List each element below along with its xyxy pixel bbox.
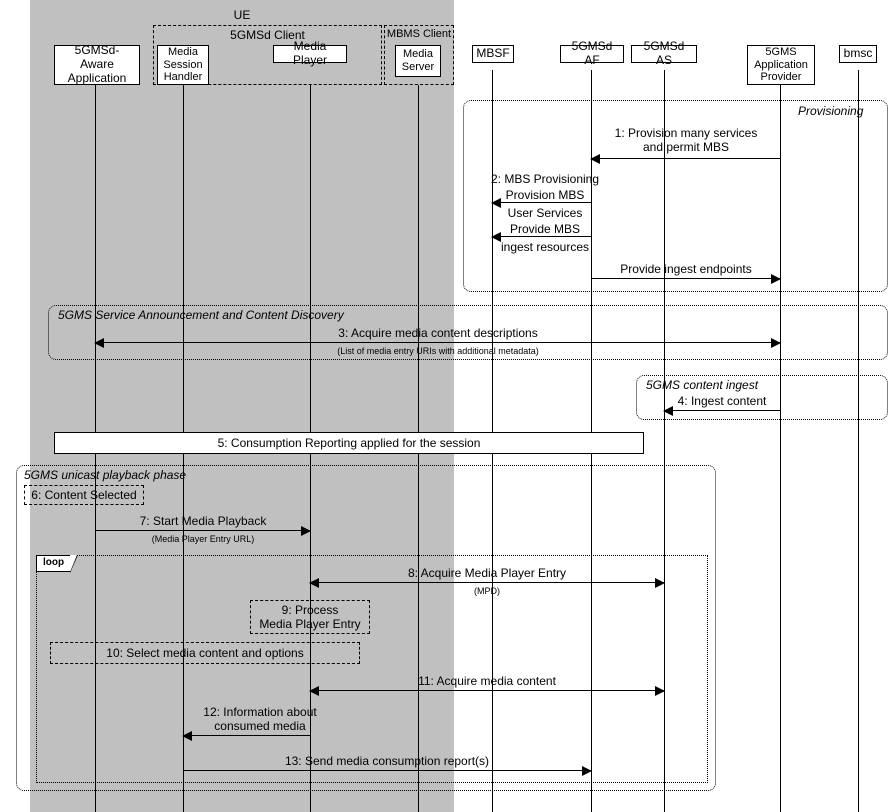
msg-8 — [310, 582, 664, 583]
msg-2-provision-mbs — [492, 202, 591, 203]
msg-6-note: 6: Content Selected — [24, 485, 144, 505]
msg-11-label: 11: Acquire media content — [418, 674, 556, 688]
msg-2b-label: User Services — [508, 206, 583, 220]
msg-12 — [183, 735, 310, 736]
msg-2a-label: Provision MBS — [506, 188, 585, 202]
msg-7 — [95, 530, 310, 531]
msg-13-label: 13: Send media consumption report(s) — [285, 754, 489, 768]
head-media-server: Media Server — [395, 45, 441, 77]
msg-8-label: 8: Acquire Media Player Entry — [408, 566, 566, 580]
msg-12-label: 12: Information about consumed media — [203, 705, 316, 733]
msg-2-title: 2: MBS Provisioning — [491, 172, 599, 186]
msg-3-sub: (List of media entry URIs with additiona… — [337, 346, 539, 356]
msg-13 — [183, 770, 591, 771]
head-media-session-handler: Media Session Handler — [157, 45, 209, 85]
msg-4-label: 4: Ingest content — [678, 394, 767, 408]
caption-playback: 5GMS unicast playback phase — [24, 468, 186, 482]
msg-3 — [95, 342, 780, 343]
label-mbms-client: MBMS Client — [382, 28, 456, 40]
msg-11 — [310, 690, 664, 691]
head-mbsf: MBSF — [472, 45, 514, 63]
msg-2d-label: ingest resources — [501, 240, 589, 254]
head-5gmsd-aware-app: 5GMSd-Aware Application — [54, 45, 140, 85]
msg-2-provide-mbs-ingest — [492, 236, 591, 237]
msg-10-note: 10: Select media content and options — [50, 642, 360, 664]
sequence-diagram: UE 5GMSd Client MBMS Client 5GMSd-Aware … — [0, 0, 896, 812]
caption-announcement: 5GMS Service Announcement and Content Di… — [58, 308, 344, 322]
head-5gms-provider: 5GMS Application Provider — [747, 45, 815, 85]
caption-ingest: 5GMS content ingest — [646, 378, 758, 392]
label-5gmsd-client: 5GMSd Client — [153, 28, 382, 42]
msg-2c-label: Provide MBS — [510, 222, 580, 236]
head-5gmsd-as: 5GMSd AS — [631, 45, 697, 63]
ue-group-label: UE — [30, 8, 454, 22]
msg-2e-label: Provide ingest endpoints — [620, 262, 751, 276]
msg-1-label: 1: Provision many services and permit MB… — [615, 126, 758, 154]
msg-7-label: 7: Start Media Playback — [140, 514, 267, 528]
msg-7-sub: (Media Player Entry URL) — [152, 534, 255, 544]
msg-3-label: 3: Acquire media content descriptions — [338, 326, 537, 340]
msg-2e — [591, 278, 780, 279]
msg-8-sub: (MPD) — [474, 586, 500, 596]
msg-4 — [664, 410, 780, 411]
head-5gmsd-af: 5GMSd AF — [560, 45, 624, 63]
loop-tab: loop — [36, 555, 71, 572]
msg-1 — [591, 158, 780, 159]
caption-provisioning: Provisioning — [798, 104, 863, 118]
head-bmsc: bmsc — [839, 45, 877, 63]
head-media-player: Media Player — [273, 45, 347, 63]
loop-fragment — [36, 555, 708, 783]
msg-5-note: 5: Consumption Reporting applied for the… — [54, 432, 644, 454]
msg-9-note: 9: Process Media Player Entry — [250, 600, 370, 634]
